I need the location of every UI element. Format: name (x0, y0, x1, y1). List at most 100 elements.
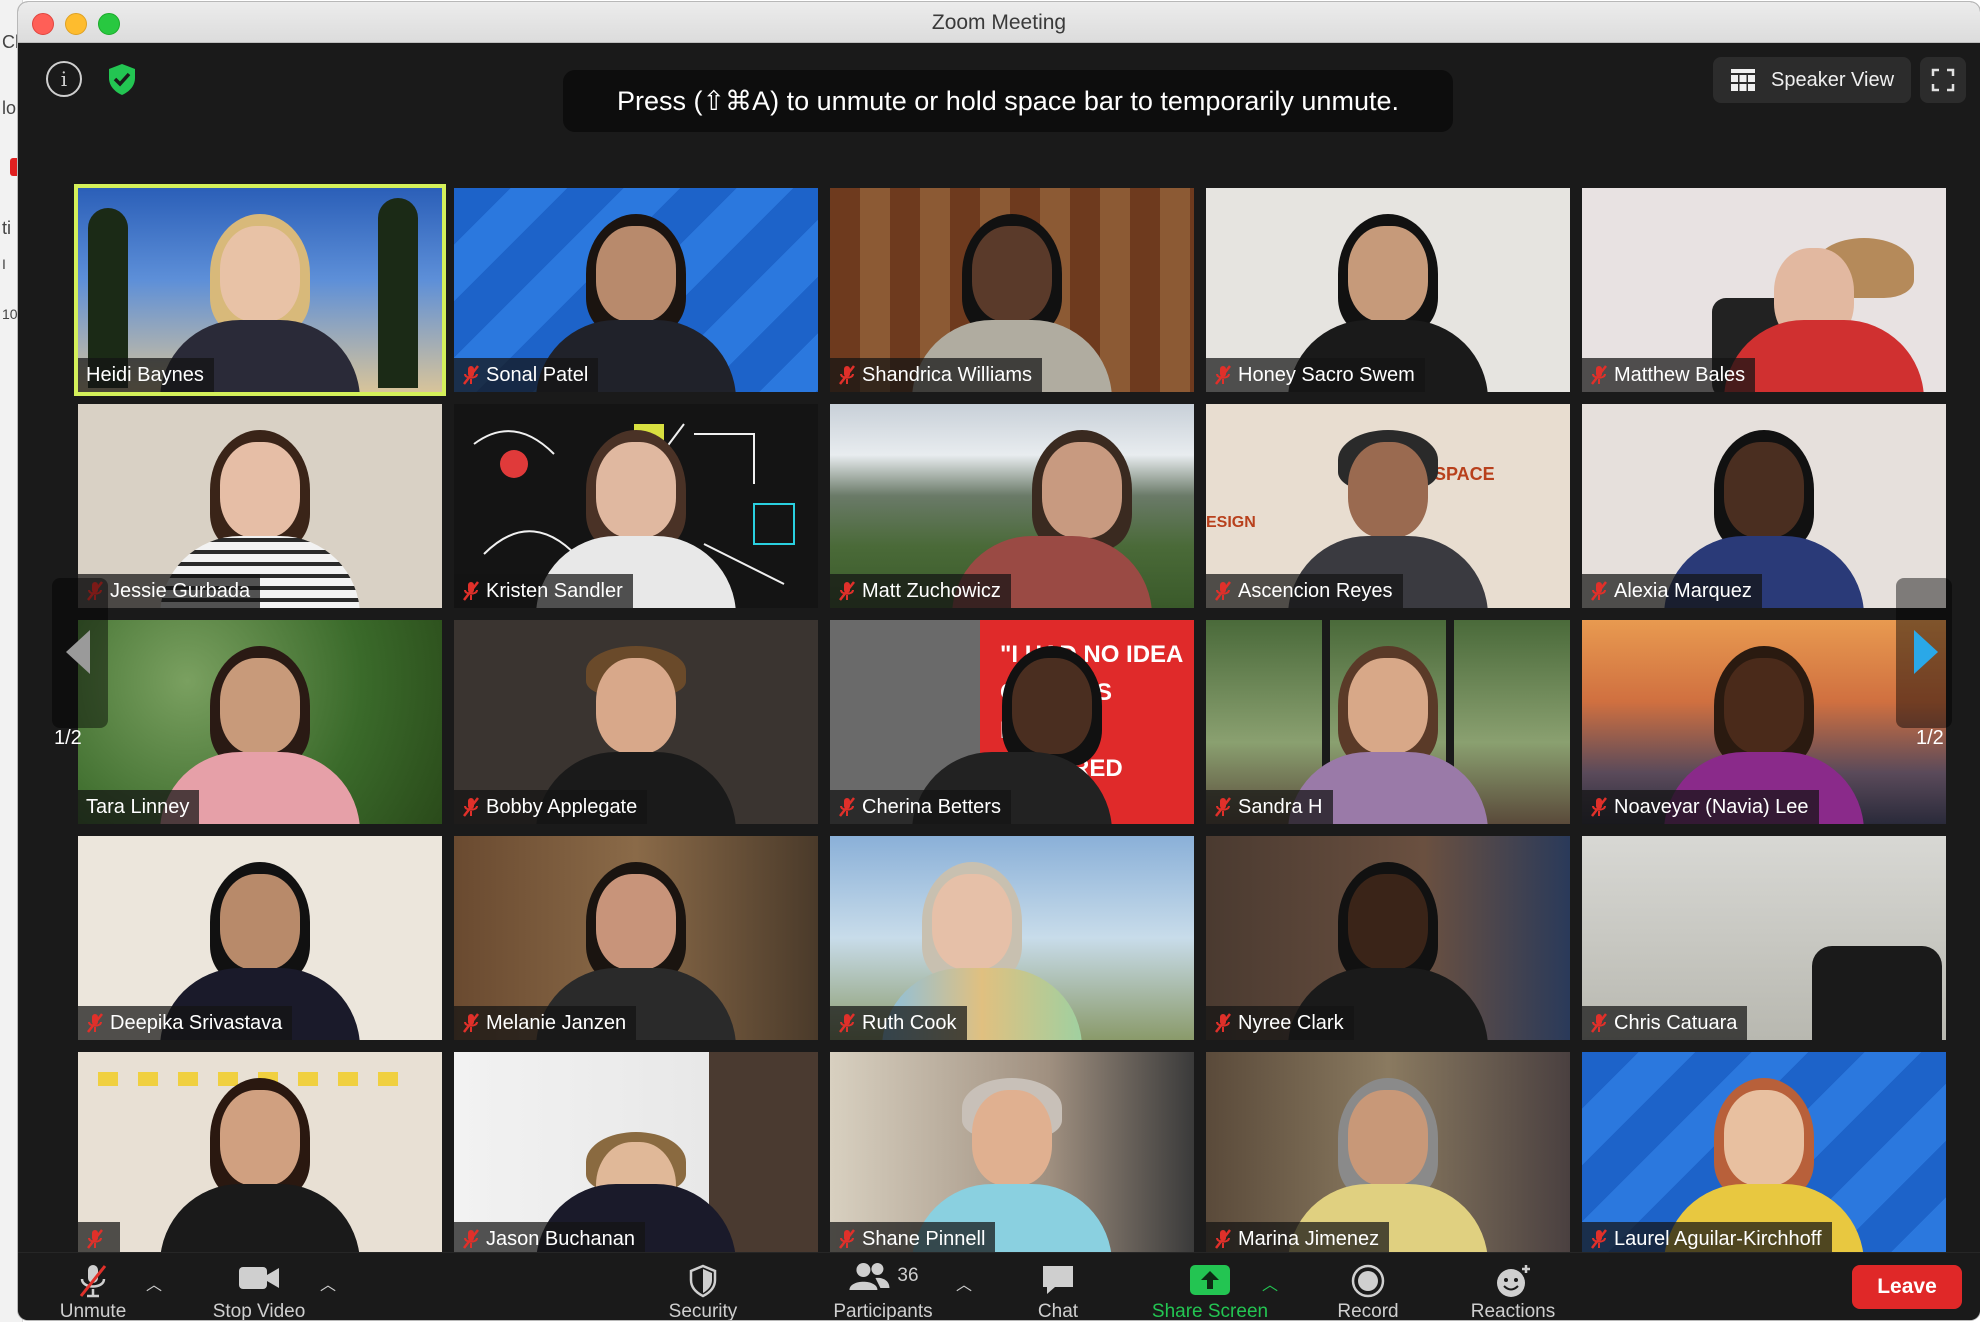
grid-view-icon (1731, 69, 1755, 91)
window-title: Zoom Meeting (931, 11, 1067, 34)
fullscreen-icon[interactable] (1920, 57, 1966, 103)
video-tile[interactable]: Shandrica Williams (830, 188, 1194, 392)
video-tile[interactable]: Honey Sacro Swem (1206, 188, 1570, 392)
reactions-label: Reactions (1470, 1301, 1556, 1320)
gallery-grid: Heidi Baynes Sonal Patel Shandrica Willi… (64, 116, 1952, 1256)
video-tile[interactable]: Shane Pinnell (830, 1052, 1194, 1256)
video-tile[interactable]: Laurel Aguilar-Kirchhoff (1582, 1052, 1946, 1256)
participant-name: Jason Buchanan (486, 1228, 636, 1250)
video-tile[interactable]: Sandra H (1206, 620, 1570, 824)
video-tile[interactable]: Marina Jimenez (1206, 1052, 1570, 1256)
video-camera-icon (239, 1267, 279, 1289)
video-tile[interactable]: Matt Zuchowicz (830, 404, 1194, 608)
muted-mic-icon (463, 1013, 479, 1033)
video-tile[interactable]: Nyree Clark (1206, 836, 1570, 1040)
video-tile[interactable]: R SPACE ESIGN Ascencion Reyes (1206, 404, 1570, 608)
participant-name-label: Nyree Clark (1206, 1006, 1354, 1040)
participants-options-caret-icon[interactable]: ︿ (956, 1271, 972, 1295)
speaker-view-label: Speaker View (1771, 68, 1895, 91)
participant-name: Heidi Baynes (86, 364, 204, 386)
participant-name: Sandra H (1238, 796, 1323, 818)
unmute-hint-banner: Press (⇧⌘A) to unmute or hold space bar … (563, 70, 1453, 132)
video-tile[interactable]: Alexia Marquez (1582, 404, 1946, 608)
page-indicator-right: 1/2 (1916, 727, 1944, 749)
participants-count: 36 (897, 1265, 919, 1286)
meeting-area: i Speaker View Press (⇧⌘A) to unmute or … (18, 43, 1980, 1256)
participant-name: Shandrica Williams (862, 364, 1033, 386)
shield-check-icon[interactable] (104, 61, 140, 97)
video-tile[interactable]: Jessie Gurbada (78, 404, 442, 608)
muted-mic-icon (839, 1013, 855, 1033)
participant-name-label: Kristen Sandler (454, 574, 633, 608)
participant-name-label: Marina Jimenez (1206, 1222, 1390, 1256)
video-tile[interactable]: Ruth Cook (830, 836, 1194, 1040)
participant-name: Bobby Applegate (486, 796, 638, 818)
meeting-toolbar: Unmute ︿ Stop Video ︿ Security 36 Partic… (18, 1252, 1980, 1320)
participant-name-label: Shandrica Williams (830, 358, 1043, 392)
video-tile[interactable]: Jason Buchanan (454, 1052, 818, 1256)
video-options-caret-icon[interactable]: ︿ (320, 1271, 336, 1295)
participant-name: Ascencion Reyes (1238, 580, 1393, 602)
participant-name-label: Tara Linney (78, 790, 200, 824)
unmute-button[interactable]: Unmute (38, 1253, 148, 1320)
participant-name: Ruth Cook (862, 1012, 957, 1034)
leave-button[interactable]: Leave (1852, 1265, 1962, 1309)
muted-mic-icon (1215, 1013, 1231, 1033)
video-tile[interactable]: Melanie Janzen (454, 836, 818, 1040)
title-bar[interactable]: Zoom Meeting (18, 2, 1980, 43)
video-tile[interactable]: Deepika Srivastava (78, 836, 442, 1040)
video-tile[interactable] (78, 1052, 442, 1256)
chat-button[interactable]: Chat (1003, 1253, 1113, 1320)
participant-name-label: Matt Zuchowicz (830, 574, 1011, 608)
share-options-caret-icon[interactable]: ︿ (1262, 1271, 1278, 1295)
muted-mic-icon (1591, 1229, 1607, 1249)
stop-video-button[interactable]: Stop Video (194, 1253, 324, 1320)
participant-name-label: Laurel Aguilar-Kirchhoff (1582, 1222, 1832, 1256)
video-tile[interactable]: Sonal Patel (454, 188, 818, 392)
muted-mic-icon (1215, 1229, 1231, 1249)
chevron-left-icon (66, 630, 90, 674)
participant-name-label: Noaveyar (Navia) Lee (1582, 790, 1819, 824)
speaker-view-button[interactable]: Speaker View (1713, 57, 1911, 103)
participant-name-label: Heidi Baynes (78, 358, 214, 392)
next-page-button[interactable] (1896, 578, 1952, 728)
participant-name: Nyree Clark (1238, 1012, 1344, 1034)
participants-button[interactable]: 36 Participants (808, 1253, 958, 1320)
participant-name: Shane Pinnell (862, 1228, 986, 1250)
muted-mic-icon (463, 797, 479, 817)
video-tile[interactable]: Chris Catuara (1582, 836, 1946, 1040)
security-label: Security (668, 1301, 738, 1320)
video-tile[interactable]: Kristen Sandler (454, 404, 818, 608)
previous-page-button[interactable] (52, 578, 108, 728)
muted-mic-icon (463, 581, 479, 601)
participant-name: Noaveyar (Navia) Lee (1614, 796, 1809, 818)
muted-mic-icon (839, 365, 855, 385)
reactions-button[interactable]: Reactions (1448, 1253, 1578, 1320)
video-tile[interactable]: Bobby Applegate (454, 620, 818, 824)
participant-name: Cherina Betters (862, 796, 1001, 818)
participant-name: Honey Sacro Swem (1238, 364, 1415, 386)
participant-name: Laurel Aguilar-Kirchhoff (1614, 1228, 1822, 1250)
muted-mic-icon (1215, 365, 1231, 385)
zoom-window: Zoom Meeting i Speaker View Press (⇧⌘A) … (18, 2, 1980, 1320)
participant-name-label: Melanie Janzen (454, 1006, 637, 1040)
audio-options-caret-icon[interactable]: ︿ (146, 1271, 162, 1295)
share-screen-button[interactable]: Share Screen (1140, 1253, 1280, 1320)
video-tile[interactable]: Tara Linney (78, 620, 442, 824)
record-button[interactable]: Record (1308, 1253, 1428, 1320)
background-app-text: I (2, 256, 6, 272)
video-tile[interactable]: Heidi Baynes (74, 184, 446, 396)
video-tile[interactable]: Noaveyar (Navia) Lee (1582, 620, 1946, 824)
security-button[interactable]: Security (648, 1253, 758, 1320)
stop-video-label: Stop Video (212, 1301, 306, 1320)
video-tile[interactable]: "I HAD NO IDEA ORY WAS MADE. I JST TIRED… (830, 620, 1194, 824)
muted-microphone-icon (79, 1265, 107, 1298)
muted-mic-icon (839, 581, 855, 601)
video-tile[interactable]: Matthew Bales (1582, 188, 1946, 392)
info-icon[interactable]: i (46, 61, 82, 97)
participant-name-label: Deepika Srivastava (78, 1006, 293, 1040)
security-shield-icon (689, 1264, 717, 1298)
participant-name: Chris Catuara (1614, 1012, 1738, 1034)
participant-name-label (78, 1222, 120, 1256)
muted-mic-icon (463, 365, 479, 385)
